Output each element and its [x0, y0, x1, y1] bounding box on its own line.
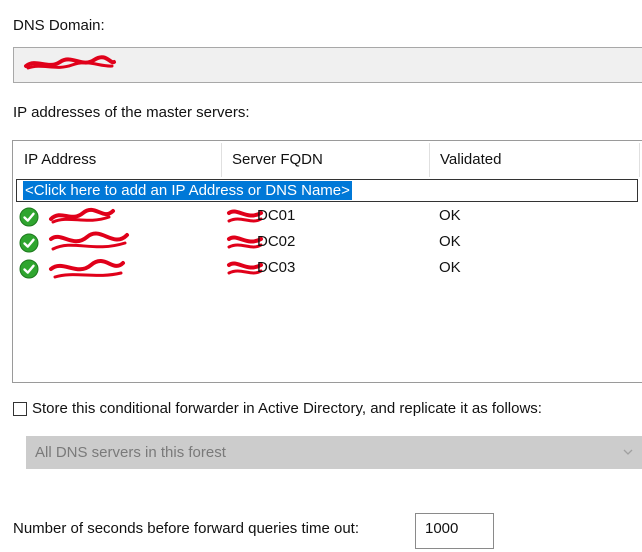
column-separator[interactable]	[639, 143, 640, 177]
validated-status: OK	[439, 233, 461, 250]
master-servers-list[interactable]: IP Address Server FQDN Validated <Click …	[12, 140, 642, 383]
dns-domain-field[interactable]	[13, 47, 642, 83]
timeout-seconds-value: 1000	[425, 520, 459, 537]
column-header-server-fqdn[interactable]: Server FQDN	[221, 141, 429, 179]
redaction-scribble	[24, 55, 116, 70]
store-in-ad-label[interactable]: Store this conditional forwarder in Acti…	[32, 400, 542, 417]
list-header: IP Address Server FQDN Validated	[13, 141, 642, 179]
table-row[interactable]: DC03 OK	[13, 255, 642, 281]
timeout-seconds-input[interactable]: 1000	[415, 513, 494, 549]
green-check-icon	[19, 233, 39, 253]
validated-status: OK	[439, 207, 461, 224]
column-header-ip-address[interactable]: IP Address	[13, 141, 221, 179]
server-fqdn: DC01	[257, 207, 296, 224]
table-row[interactable]: DC02 OK	[13, 229, 642, 255]
replication-scope-value: All DNS servers in this forest	[35, 444, 226, 461]
dns-domain-label: DNS Domain:	[13, 17, 105, 34]
add-server-prompt[interactable]: <Click here to add an IP Address or DNS …	[23, 181, 352, 200]
validated-status: OK	[439, 259, 461, 276]
redacted-ip-address	[49, 231, 129, 251]
server-fqdn: DC03	[257, 259, 296, 276]
timeout-label: Number of seconds before forward queries…	[13, 520, 360, 537]
add-server-row[interactable]: <Click here to add an IP Address or DNS …	[16, 179, 638, 202]
green-check-icon	[19, 259, 39, 279]
redacted-ip-address	[49, 259, 125, 279]
redacted-ip-address	[49, 207, 115, 224]
column-header-validated[interactable]: Validated	[429, 141, 639, 179]
replication-scope-select[interactable]: All DNS servers in this forest	[26, 436, 642, 469]
table-row[interactable]: DC01 OK	[13, 203, 642, 229]
green-check-icon	[19, 207, 39, 227]
server-fqdn: DC02	[257, 233, 296, 250]
store-in-ad-checkbox[interactable]	[13, 402, 27, 416]
chevron-down-icon	[623, 449, 633, 455]
master-servers-label: IP addresses of the master servers:	[13, 104, 250, 121]
